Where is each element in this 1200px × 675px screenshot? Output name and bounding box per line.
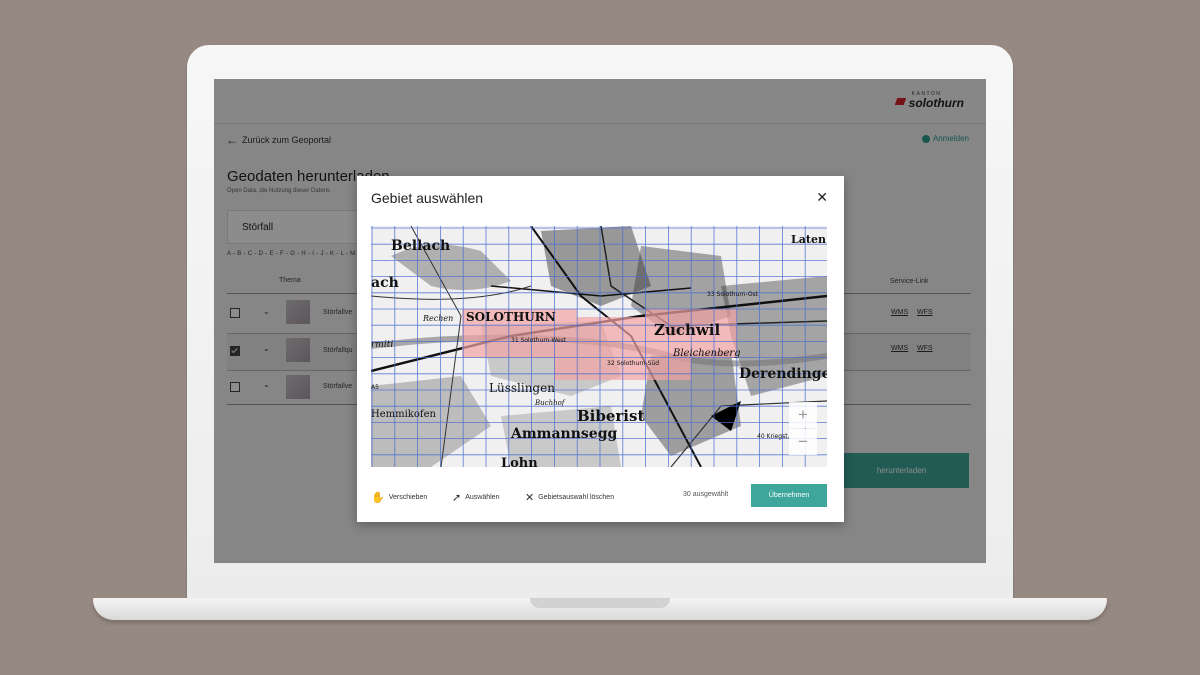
map-label-ach: ach <box>371 275 399 291</box>
map-view[interactable]: Bellach ach SOLOTHURN Zuchwil Bleichenbe… <box>371 226 827 467</box>
pan-tool-label: Verschieben <box>388 494 428 501</box>
map-label-exit-33: 33 Solothurn-Ost <box>707 291 759 298</box>
map-label-bleichenberg: Bleichenberg <box>672 348 741 359</box>
clear-selection-label: Gebietsauswahl löschen <box>538 494 615 501</box>
selected-count: 30 ausgewählt <box>683 491 729 498</box>
pan-tool-button[interactable]: ✋ Verschieben <box>371 491 427 504</box>
map-label-buchhof: Buchhof <box>534 399 566 407</box>
map-label-lohn: Lohn <box>501 456 538 467</box>
map-label-a5: A5 <box>371 384 379 391</box>
cursor-icon: ➚ <box>452 492 462 504</box>
zoom-in-button[interactable]: + <box>789 402 817 428</box>
apply-button[interactable]: Übernehmen <box>751 484 827 507</box>
map-label-biberist: Biberist <box>577 407 644 425</box>
close-icon[interactable]: ✕ <box>816 189 828 206</box>
map-label-zuchwil: Zuchwil <box>654 321 721 339</box>
map-label-rmiti: rmiti <box>371 340 393 350</box>
map-label-hemmikofen: Hemmikofen <box>371 409 437 420</box>
map-label-solothurn: SOLOTHURN <box>466 310 556 324</box>
clear-selection-button[interactable]: ✕ Gebietsauswahl löschen <box>525 491 614 504</box>
map-label-rechen: Rechen <box>422 314 453 323</box>
hand-icon: ✋ <box>371 492 385 504</box>
select-tool-button[interactable]: ➚ Auswählen <box>452 491 499 504</box>
map-label-exit-40: 40 Kriegst. <box>757 433 790 440</box>
dialog-title: Gebiet auswählen <box>371 190 484 206</box>
map-canvas[interactable]: Bellach ach SOLOTHURN Zuchwil Bleichenbe… <box>371 226 827 467</box>
map-label-laten: Laten <box>791 233 826 246</box>
laptop-notch <box>530 598 670 608</box>
map-label-exit-32: 32 Solothurn-Süd <box>607 360 659 367</box>
select-tool-label: Auswählen <box>465 494 500 501</box>
area-select-dialog: Gebiet auswählen ✕ Bellach ach SOLOTHURN… <box>357 176 844 522</box>
map-label-ammannsegg: Ammannsegg <box>510 426 617 442</box>
map-label-derendingen: Derendinge <box>739 366 827 382</box>
map-label-exit-31: 31 Solothurn-West <box>511 337 567 344</box>
map-label-luesslingen: Lüsslingen <box>489 381 555 395</box>
zoom-out-button[interactable]: − <box>789 429 817 455</box>
close-icon: ✕ <box>525 492 535 504</box>
map-label-bellach: Bellach <box>391 238 450 254</box>
